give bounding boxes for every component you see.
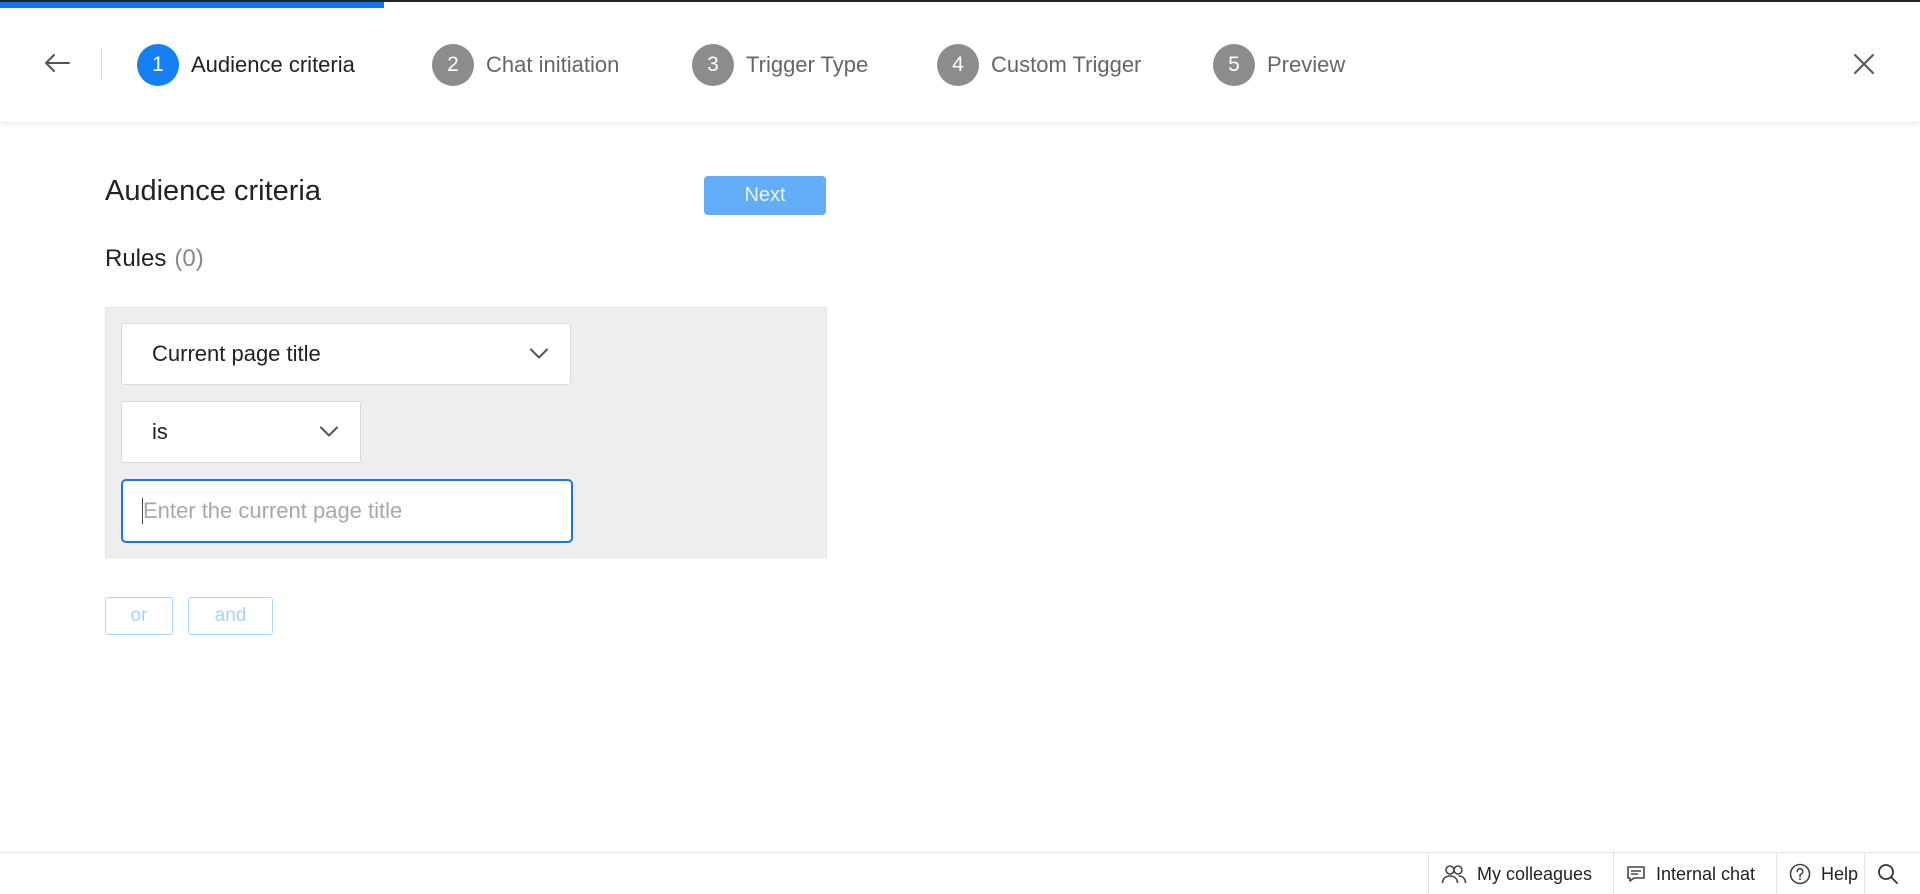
search-button[interactable]: [1864, 853, 1920, 894]
step-number: 4: [937, 44, 979, 86]
step-number: 1: [137, 44, 179, 86]
and-button[interactable]: and: [188, 597, 273, 635]
back-button[interactable]: [40, 50, 74, 80]
chevron-down-icon: [320, 426, 338, 438]
arrow-left-icon: [44, 53, 70, 78]
help-label: Help: [1821, 863, 1859, 884]
step-label: Trigger Type: [746, 52, 869, 77]
wizard-header: 1 Audience criteria 2 Chat initiation 3 …: [0, 0, 1920, 123]
rules-label: Rules: [105, 245, 167, 272]
help-button[interactable]: Help: [1776, 853, 1864, 894]
step-label: Chat initiation: [486, 52, 620, 77]
chat-bubble-icon: [1626, 864, 1646, 884]
step-number: 2: [432, 44, 474, 86]
header-divider: [101, 48, 102, 80]
my-colleagues-button[interactable]: My colleagues: [1428, 853, 1613, 894]
text-cursor: [142, 498, 143, 524]
page-title-input[interactable]: [121, 479, 573, 543]
step-trigger-type[interactable]: 3 Trigger Type: [692, 44, 868, 86]
step-chat-initiation[interactable]: 2 Chat initiation: [432, 44, 619, 86]
step-label: Preview: [1267, 52, 1346, 77]
rules-count: (0): [174, 245, 204, 272]
next-button[interactable]: Next: [704, 176, 826, 215]
page-title: Audience criteria: [105, 175, 321, 207]
bottom-bar: My colleagues Internal chat Help: [0, 852, 1920, 894]
operator-dropdown-value: is: [152, 419, 168, 444]
rules-heading: Rules (0): [105, 245, 204, 273]
internal-chat-button[interactable]: Internal chat: [1613, 853, 1776, 894]
or-button[interactable]: or: [105, 597, 173, 635]
people-icon: [1441, 864, 1467, 884]
step-preview[interactable]: 5 Preview: [1213, 44, 1345, 86]
close-icon: [1853, 53, 1875, 80]
progress-bar: [0, 2, 384, 8]
internal-chat-label: Internal chat: [1656, 863, 1756, 884]
my-colleagues-label: My colleagues: [1477, 863, 1593, 884]
step-custom-trigger[interactable]: 4 Custom Trigger: [937, 44, 1141, 86]
step-number: 5: [1213, 44, 1255, 86]
operator-dropdown[interactable]: is: [121, 401, 361, 463]
field-dropdown-value: Current page title: [152, 341, 321, 366]
close-button[interactable]: [1848, 50, 1880, 82]
field-dropdown[interactable]: Current page title: [121, 323, 571, 385]
rule-card: Current page title is: [105, 307, 827, 558]
chevron-down-icon: [530, 348, 548, 360]
step-audience-criteria[interactable]: 1 Audience criteria: [137, 44, 355, 86]
search-icon: [1877, 863, 1899, 885]
step-label: Audience criteria: [191, 52, 355, 77]
step-number: 3: [692, 44, 734, 86]
step-label: Custom Trigger: [991, 52, 1142, 77]
question-circle-icon: [1789, 863, 1811, 885]
